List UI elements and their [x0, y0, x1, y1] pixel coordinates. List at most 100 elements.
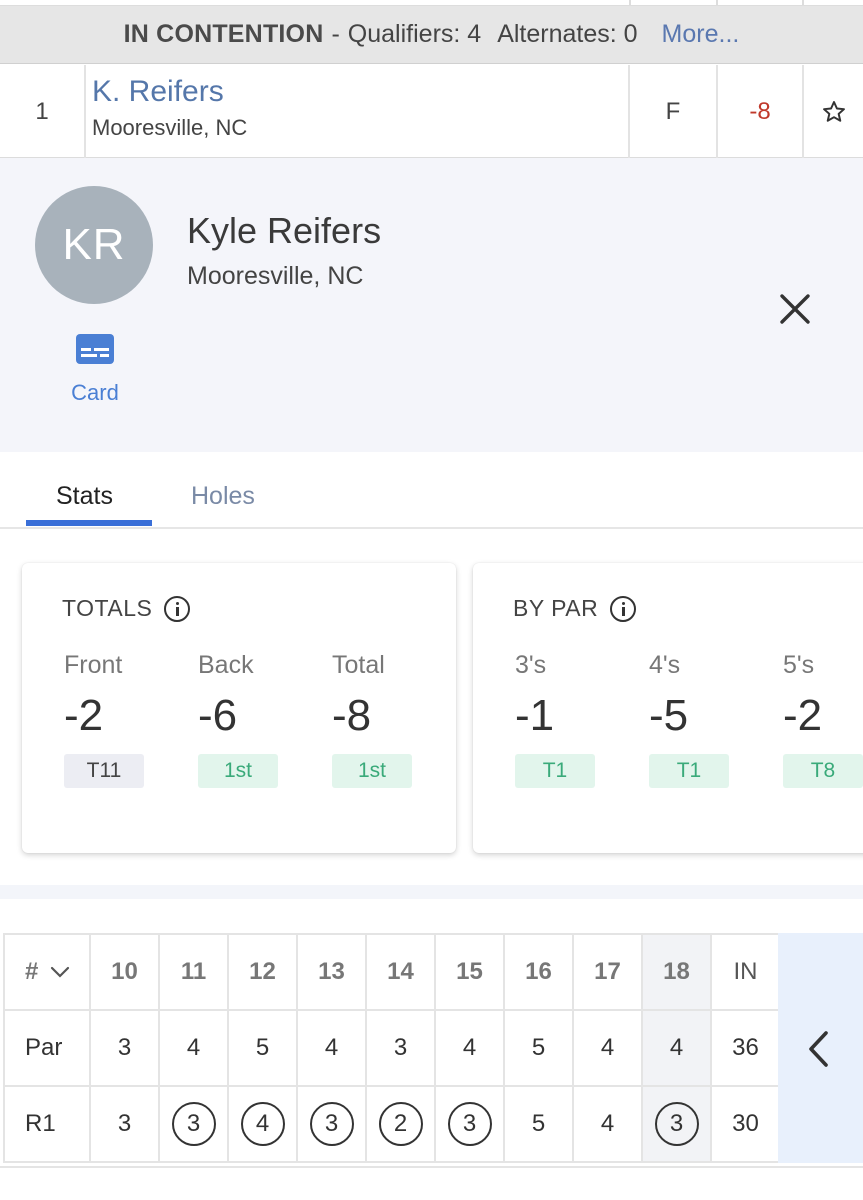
stat-value: -2: [64, 691, 104, 740]
player-hometown: Mooresville, NC: [187, 262, 364, 290]
score-value: 4: [600, 1110, 615, 1137]
stat-label: Total: [332, 651, 385, 679]
total-stat: Total -8 1st: [332, 651, 422, 788]
by-par-heading: BY PAR: [513, 595, 637, 622]
info-icon[interactable]: [164, 595, 191, 622]
par-value: 3: [89, 1009, 160, 1087]
round-row: R1 3 3 4 3 2 3 5 4 3 30: [3, 1085, 781, 1163]
player-location: Mooresville, NC: [92, 115, 248, 140]
alternates-count: Alternates: 0: [497, 20, 638, 48]
birdie-score: 2: [378, 1102, 423, 1146]
hole-number-row: # 10 11 12 13 14 15 16 17 18 IN: [3, 933, 781, 1011]
stats-cards: TOTALS Front -2 T11 Back -6 1st Total -8…: [0, 529, 863, 889]
hole-number: 13: [296, 933, 367, 1011]
stat-label: 3's: [515, 651, 547, 679]
par-row: Par 3 4 5 4 3 4 5 4 4 36: [3, 1009, 781, 1087]
hole-number: 14: [365, 933, 436, 1011]
hole-number: 17: [572, 933, 643, 1011]
birdie-score: 3: [654, 1102, 699, 1146]
birdie-score: 4: [240, 1102, 285, 1146]
tab-stats[interactable]: Stats: [56, 482, 113, 511]
stat-label: Back: [198, 651, 254, 679]
round-label: R1: [3, 1085, 91, 1163]
par-value: 4: [641, 1009, 712, 1087]
hole-number: 12: [227, 933, 298, 1011]
by-par-title: BY PAR: [513, 595, 599, 621]
star-outline-icon: [822, 100, 845, 122]
hole-score: 4: [572, 1085, 643, 1163]
player-name-link[interactable]: K. Reifers: [92, 73, 224, 111]
table-bottom-border: [0, 1166, 863, 1168]
hole-score: 4: [227, 1085, 298, 1163]
stat-value: -6: [198, 691, 238, 740]
back-stat: Back -6 1st: [198, 651, 288, 788]
hole-number: 16: [503, 933, 574, 1011]
rank-badge: T1: [515, 754, 595, 788]
par-value: 5: [503, 1009, 574, 1087]
score-value: 5: [531, 1110, 546, 1137]
stat-value: -5: [649, 691, 689, 740]
player-score: -8: [718, 65, 804, 158]
hole-score: 3: [158, 1085, 229, 1163]
section-divider: [0, 885, 863, 899]
contention-banner: IN CONTENTION - Qualifiers: 4 Alternates…: [0, 6, 863, 64]
player-thru: F: [630, 65, 718, 158]
hole-sort-dropdown[interactable]: #: [3, 933, 91, 1011]
stat-value: -2: [783, 691, 823, 740]
scorecard-table: # 10 11 12 13 14 15 16 17 18 IN Par 3 4 …: [3, 933, 781, 1163]
stat-label: 5's: [783, 651, 815, 679]
close-icon: [780, 294, 810, 324]
favorite-button[interactable]: [804, 65, 863, 158]
par-value: 4: [572, 1009, 643, 1087]
chevron-down-icon: [50, 966, 70, 978]
player-full-name: Kyle Reifers: [187, 210, 382, 251]
birdie-score: 3: [309, 1102, 354, 1146]
birdie-score: 3: [447, 1102, 492, 1146]
front-stat: Front -2 T11: [64, 651, 154, 788]
par-value: 4: [296, 1009, 367, 1087]
player-position: 1: [0, 65, 86, 158]
qualifiers-count: Qualifiers: 4: [347, 20, 482, 48]
par-value: 3: [365, 1009, 436, 1087]
scorecard-icon: [76, 334, 114, 364]
totals-heading: TOTALS: [62, 595, 191, 622]
par4-stat: 4's -5 T1: [649, 651, 739, 788]
avatar: KR: [35, 186, 153, 304]
par5-stat: 5's -2 T8: [783, 651, 863, 788]
totals-card: TOTALS Front -2 T11 Back -6 1st Total -8…: [22, 563, 456, 853]
par-value: 4: [158, 1009, 229, 1087]
tab-holes[interactable]: Holes: [191, 482, 255, 511]
banner-title: IN CONTENTION: [123, 20, 324, 48]
par3-stat: 3's -1 T1: [515, 651, 605, 788]
hole-number: 10: [89, 933, 160, 1011]
birdie-score: 3: [171, 1102, 216, 1146]
active-tab-indicator: [26, 520, 152, 526]
in-total-header: IN: [710, 933, 781, 1011]
scorecard-button[interactable]: Card: [58, 334, 132, 424]
par-total: 36: [710, 1009, 781, 1087]
scorecard-prev-button[interactable]: [778, 933, 863, 1163]
rank-badge: T1: [649, 754, 729, 788]
stat-value: -8: [332, 691, 372, 740]
totals-title: TOTALS: [62, 595, 153, 621]
score-value: 3: [117, 1110, 132, 1137]
player-name-cell[interactable]: K. Reifers Mooresville, NC: [86, 65, 630, 158]
hole-header-label: #: [25, 958, 39, 985]
leaderboard-row[interactable]: 1 K. Reifers Mooresville, NC F -8: [0, 65, 863, 158]
stat-label: Front: [64, 651, 123, 679]
more-link[interactable]: More...: [662, 20, 740, 49]
player-profile-panel: KR Kyle Reifers Mooresville, NC Card: [0, 158, 863, 452]
par-value: 4: [434, 1009, 505, 1087]
info-icon[interactable]: [610, 595, 637, 622]
stat-label: 4's: [649, 651, 681, 679]
hole-score: 2: [365, 1085, 436, 1163]
par-value: 5: [227, 1009, 298, 1087]
rank-badge: 1st: [332, 754, 412, 788]
rank-badge: 1st: [198, 754, 278, 788]
close-button[interactable]: [772, 286, 818, 332]
hole-score: 3: [89, 1085, 160, 1163]
par-label: Par: [3, 1009, 91, 1087]
rank-badge: T8: [783, 754, 863, 788]
hole-score: 5: [503, 1085, 574, 1163]
banner-separator: -: [331, 20, 340, 48]
